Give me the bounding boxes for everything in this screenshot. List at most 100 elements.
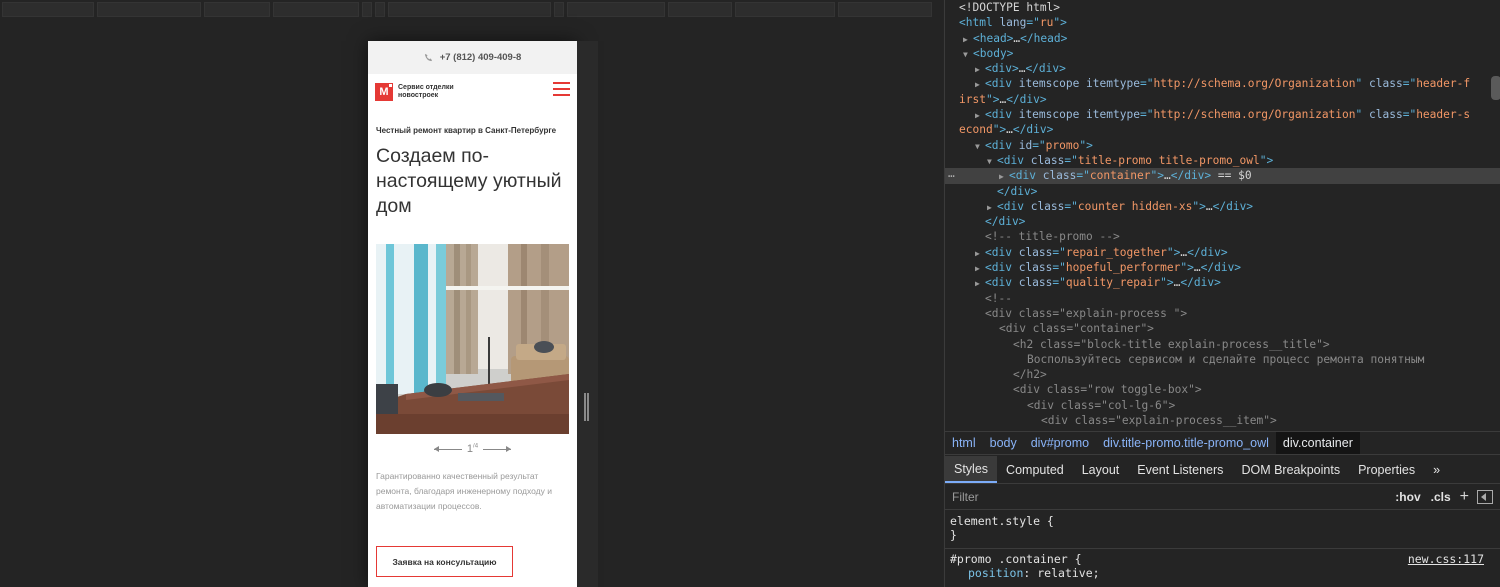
pager-current: 1/4: [467, 443, 478, 455]
dom-line[interactable]: <div class="explain-process ">: [945, 306, 1500, 321]
tab-computed[interactable]: Computed: [997, 456, 1073, 483]
dom-line[interactable]: <html lang="ru">: [945, 15, 1500, 30]
promo-description: Гарантированно качественный результат ре…: [376, 471, 552, 511]
filter-input[interactable]: Filter: [945, 490, 1390, 504]
comment-text: Воспользуйтесь сервисом и сделайте проце…: [1027, 352, 1425, 366]
arrow-left-icon[interactable]: [433, 445, 462, 452]
dom-line[interactable]: <div class="col-lg-6">: [945, 398, 1500, 413]
style-rule-container[interactable]: #promo .container { new.css:117 position…: [945, 549, 1500, 587]
dom-line[interactable]: ▶ <div itemscope itemtype="http://schema.…: [945, 107, 1500, 122]
toolbar-segment[interactable]: [273, 2, 359, 17]
dom-line[interactable]: <!--: [945, 291, 1500, 306]
dom-line[interactable]: ▼ <div id="promo">: [945, 138, 1500, 153]
device-viewport: +7 (812) 409-409-8 M Сервис отделки ново…: [0, 0, 943, 587]
breadcrumb-container[interactable]: div.container: [1275, 432, 1360, 454]
style-rule-element[interactable]: element.style { }: [945, 511, 1500, 549]
dom-line-selected[interactable]: … ▶ <div class="container">…</div> == $0: [945, 167, 1500, 184]
attr-value: ru: [1039, 16, 1054, 30]
dom-line[interactable]: Воспользуйтесь сервисом и сделайте проце…: [945, 352, 1500, 367]
comment-text: <!--: [985, 291, 1012, 305]
toolbar-segment[interactable]: [204, 2, 270, 17]
attr-value: repair_together: [1065, 245, 1167, 259]
device-resize-bar[interactable]: [577, 41, 598, 587]
comment-text: col-lg-6: [1107, 398, 1162, 412]
css-property[interactable]: position: [968, 566, 1023, 580]
rule-close: }: [950, 528, 957, 542]
tab-layout[interactable]: Layout: [1073, 456, 1129, 483]
arrow-right-icon[interactable]: [483, 445, 512, 452]
dom-line[interactable]: <!-- title-promo -->: [945, 229, 1500, 244]
hov-toggle-button[interactable]: :hov: [1390, 490, 1425, 504]
comment-text: <!-- title-promo -->: [985, 230, 1120, 244]
toolbar-segment[interactable]: [2, 2, 94, 17]
toolbar-segment[interactable]: [838, 2, 932, 17]
logo-icon[interactable]: M: [375, 82, 393, 101]
hamburger-menu-icon[interactable]: [553, 82, 570, 96]
toolbar-segment[interactable]: [567, 2, 665, 17]
rule-selector: element.style {: [950, 514, 1054, 528]
new-rule-icon[interactable]: +: [1456, 488, 1473, 506]
dom-line[interactable]: <div class="row toggle-box">: [945, 382, 1500, 397]
dom-line[interactable]: <div class="container">: [945, 321, 1500, 336]
scrollbar-thumb[interactable]: [1491, 76, 1500, 100]
promo-subtitle: Честный ремонт квартир в Санкт-Петербург…: [376, 126, 557, 135]
tab-properties[interactable]: Properties: [1349, 456, 1424, 483]
dom-line[interactable]: econd">…</div>: [945, 122, 1500, 137]
dom-line[interactable]: ▶ <div class="quality_repair">…</div>: [945, 275, 1500, 290]
dom-line[interactable]: ▶ <div class="repair_together">…</div>: [945, 245, 1500, 260]
dom-line[interactable]: ▶ <div class="hopeful_performer">…</div>: [945, 260, 1500, 275]
breadcrumb: html body div#promo div.title-promo.titl…: [945, 431, 1500, 455]
phone-number[interactable]: +7 (812) 409-409-8: [440, 52, 522, 63]
slider-pager: 1/4: [368, 443, 577, 455]
rule-source-link[interactable]: new.css:117: [1408, 552, 1484, 566]
dom-line[interactable]: ▶ <div class="counter hidden-xs">…</div>: [945, 199, 1500, 214]
toolbar-segment[interactable]: [735, 2, 835, 17]
toggle-sidebar-icon[interactable]: [1477, 490, 1493, 504]
toolbar-segment[interactable]: [554, 2, 564, 17]
css-value[interactable]: relative;: [1037, 566, 1099, 580]
sidebar-tabs: Styles Computed Layout Event Listeners D…: [945, 456, 1500, 484]
dom-line[interactable]: <div class="explain-process__item">: [945, 413, 1500, 428]
toolbar-segment[interactable]: [97, 2, 201, 17]
dom-line[interactable]: ▼ <body>: [945, 46, 1500, 61]
toolbar-segment[interactable]: [375, 2, 385, 17]
toolbar-segment[interactable]: [388, 2, 551, 17]
dom-line[interactable]: ▶ <div>…</div>: [945, 61, 1500, 76]
consultation-button[interactable]: Заявка на консультацию: [376, 546, 513, 577]
breadcrumb-title-promo[interactable]: div.title-promo.title-promo_owl: [1096, 432, 1276, 454]
tab-styles[interactable]: Styles: [945, 456, 998, 483]
breadcrumb-promo[interactable]: div#promo: [1024, 432, 1096, 454]
dom-line[interactable]: irst">…</div>: [945, 92, 1500, 107]
breadcrumb-body[interactable]: body: [983, 432, 1024, 454]
comment-text: row toggle-box: [1093, 383, 1189, 397]
cls-toggle-button[interactable]: .cls: [1426, 490, 1456, 504]
breadcrumb-html[interactable]: html: [945, 432, 983, 454]
dom-line[interactable]: ▶ <div itemscope itemtype="http://schema.…: [945, 76, 1500, 91]
tab-dom-breakpoints[interactable]: DOM Breakpoints: [1232, 456, 1349, 483]
toolbar-segment[interactable]: [668, 2, 732, 17]
dom-line[interactable]: </div>: [945, 184, 1500, 199]
rule-selector: #promo .container {: [950, 552, 1082, 566]
more-tabs-icon[interactable]: »: [1424, 456, 1449, 483]
promo-title: Создаем по-настоящему уютный дом: [376, 145, 562, 217]
dom-line[interactable]: <h2 class="block-title explain-process__…: [945, 337, 1500, 352]
mobile-page: +7 (812) 409-409-8 M Сервис отделки ново…: [368, 41, 577, 587]
screen: +7 (812) 409-409-8 M Сервис отделки ново…: [0, 0, 1500, 587]
attr-value: http://schema.org/Organization: [1153, 77, 1356, 91]
dom-line[interactable]: <!DOCTYPE html>: [945, 0, 1500, 15]
dom-line[interactable]: ▼ <div class="title-promo title-promo_owl…: [945, 153, 1500, 168]
toolbar-segment[interactable]: [362, 2, 372, 17]
selected-marker: == $0: [1217, 169, 1252, 183]
resize-handle-icon[interactable]: [584, 393, 590, 421]
promo-photo: [376, 244, 569, 434]
attr-value: promo: [1045, 138, 1080, 152]
attr-value: hopeful_performer: [1065, 261, 1181, 275]
attr-value: title-promo title-promo_owl: [1077, 153, 1260, 167]
elements-tree: <!DOCTYPE html> <html lang="ru"> ▶ <head>…: [945, 0, 1500, 430]
dom-line[interactable]: </h2>: [945, 367, 1500, 382]
logo-text[interactable]: Сервис отделки новостроек: [398, 84, 468, 100]
dom-line[interactable]: </div>: [945, 214, 1500, 229]
dom-line[interactable]: ▶ <head>…</head>: [945, 31, 1500, 46]
tab-event-listeners[interactable]: Event Listeners: [1128, 456, 1232, 483]
styles-filter-bar: Filter :hov .cls +: [945, 485, 1500, 510]
